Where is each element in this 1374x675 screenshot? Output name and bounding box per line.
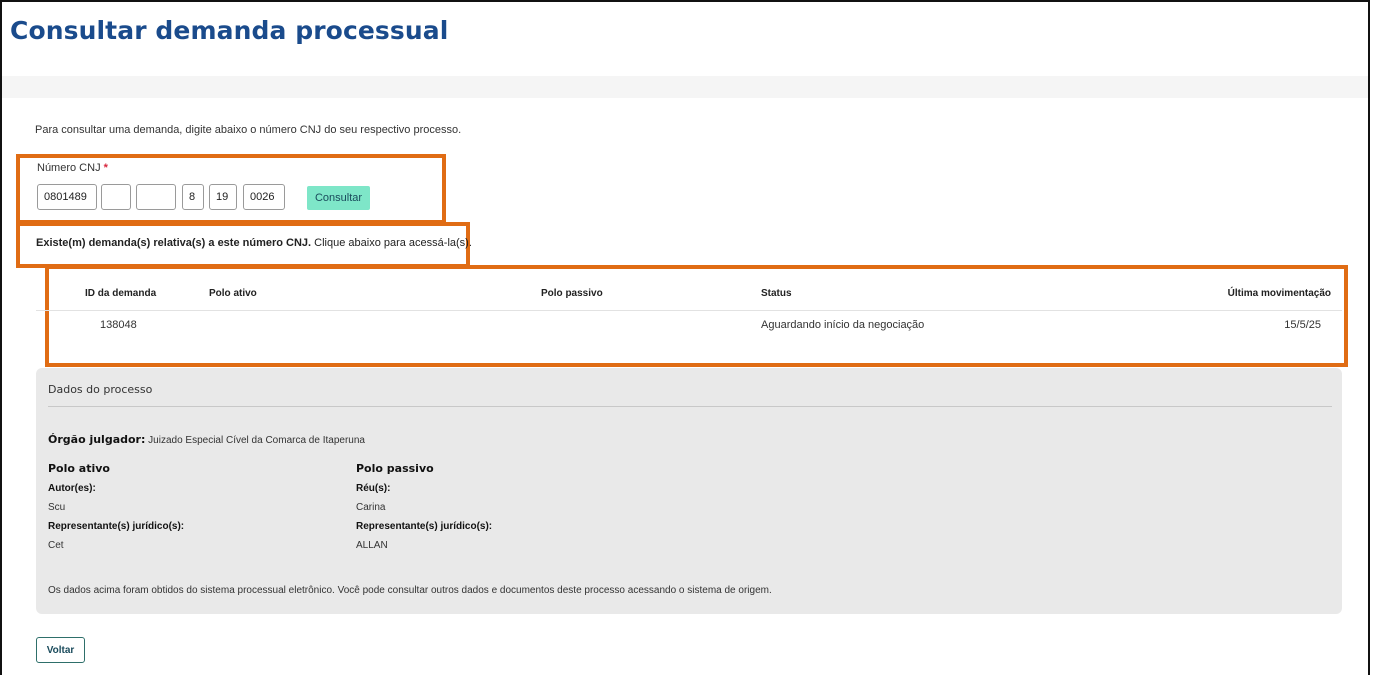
col-header-polo-passivo: Polo passivo	[541, 288, 603, 299]
col-header-id: ID da demanda	[85, 288, 157, 299]
defendants-label: Réu(s):	[356, 483, 391, 494]
authors-label: Autor(es):	[48, 483, 96, 494]
cell-last-movement: 15/5/25	[1284, 319, 1321, 331]
cell-status: Aguardando início da negociação	[761, 319, 925, 331]
defendants-value: Carina	[356, 502, 386, 513]
process-footnote: Os dados acima foram obtidos do sistema …	[48, 585, 772, 596]
polo-ativo-heading: Polo ativo	[48, 462, 110, 475]
notice-bold: Existe(m) demanda(s) relativa(s) a este …	[36, 237, 312, 249]
orgao-value: Juizado Especial Cível da Comarca de Ita…	[145, 435, 365, 446]
col-header-status: Status	[761, 288, 792, 299]
col-header-polo-ativo: Polo ativo	[209, 288, 257, 299]
intro-text: Para consultar uma demanda, digite abaix…	[35, 124, 462, 136]
table-divider	[36, 310, 1342, 311]
authors-value: Scu	[48, 502, 66, 513]
notice-rest: Clique abaixo para acessá-la(s).	[311, 237, 472, 249]
process-data-panel: Dados do processo Órgão julgador: Juizad…	[36, 368, 1342, 614]
orgao-julgador: Órgão julgador: Juizado Especial Cível d…	[48, 433, 365, 446]
header-band	[2, 76, 1368, 98]
panel-divider	[48, 406, 1332, 407]
highlight-cnj-box	[16, 154, 446, 224]
passivo-rep-label: Representante(s) jurídico(s):	[356, 521, 493, 532]
back-button[interactable]: Voltar	[36, 637, 85, 663]
passivo-rep-value: ALLAN	[356, 540, 388, 551]
panel-title: Dados do processo	[48, 383, 153, 396]
col-header-last-movement: Última movimentação	[1227, 288, 1331, 299]
demand-exists-notice: Existe(m) demanda(s) relativa(s) a este …	[36, 237, 472, 249]
highlight-table-box	[45, 265, 1348, 367]
page-title: Consultar demanda processual	[10, 16, 449, 45]
ativo-rep-value: Cet	[48, 540, 64, 551]
ativo-rep-label: Representante(s) jurídico(s):	[48, 521, 185, 532]
orgao-label: Órgão julgador:	[48, 433, 146, 446]
polo-passivo-heading: Polo passivo	[356, 462, 434, 475]
cell-id[interactable]: 138048	[100, 319, 137, 331]
